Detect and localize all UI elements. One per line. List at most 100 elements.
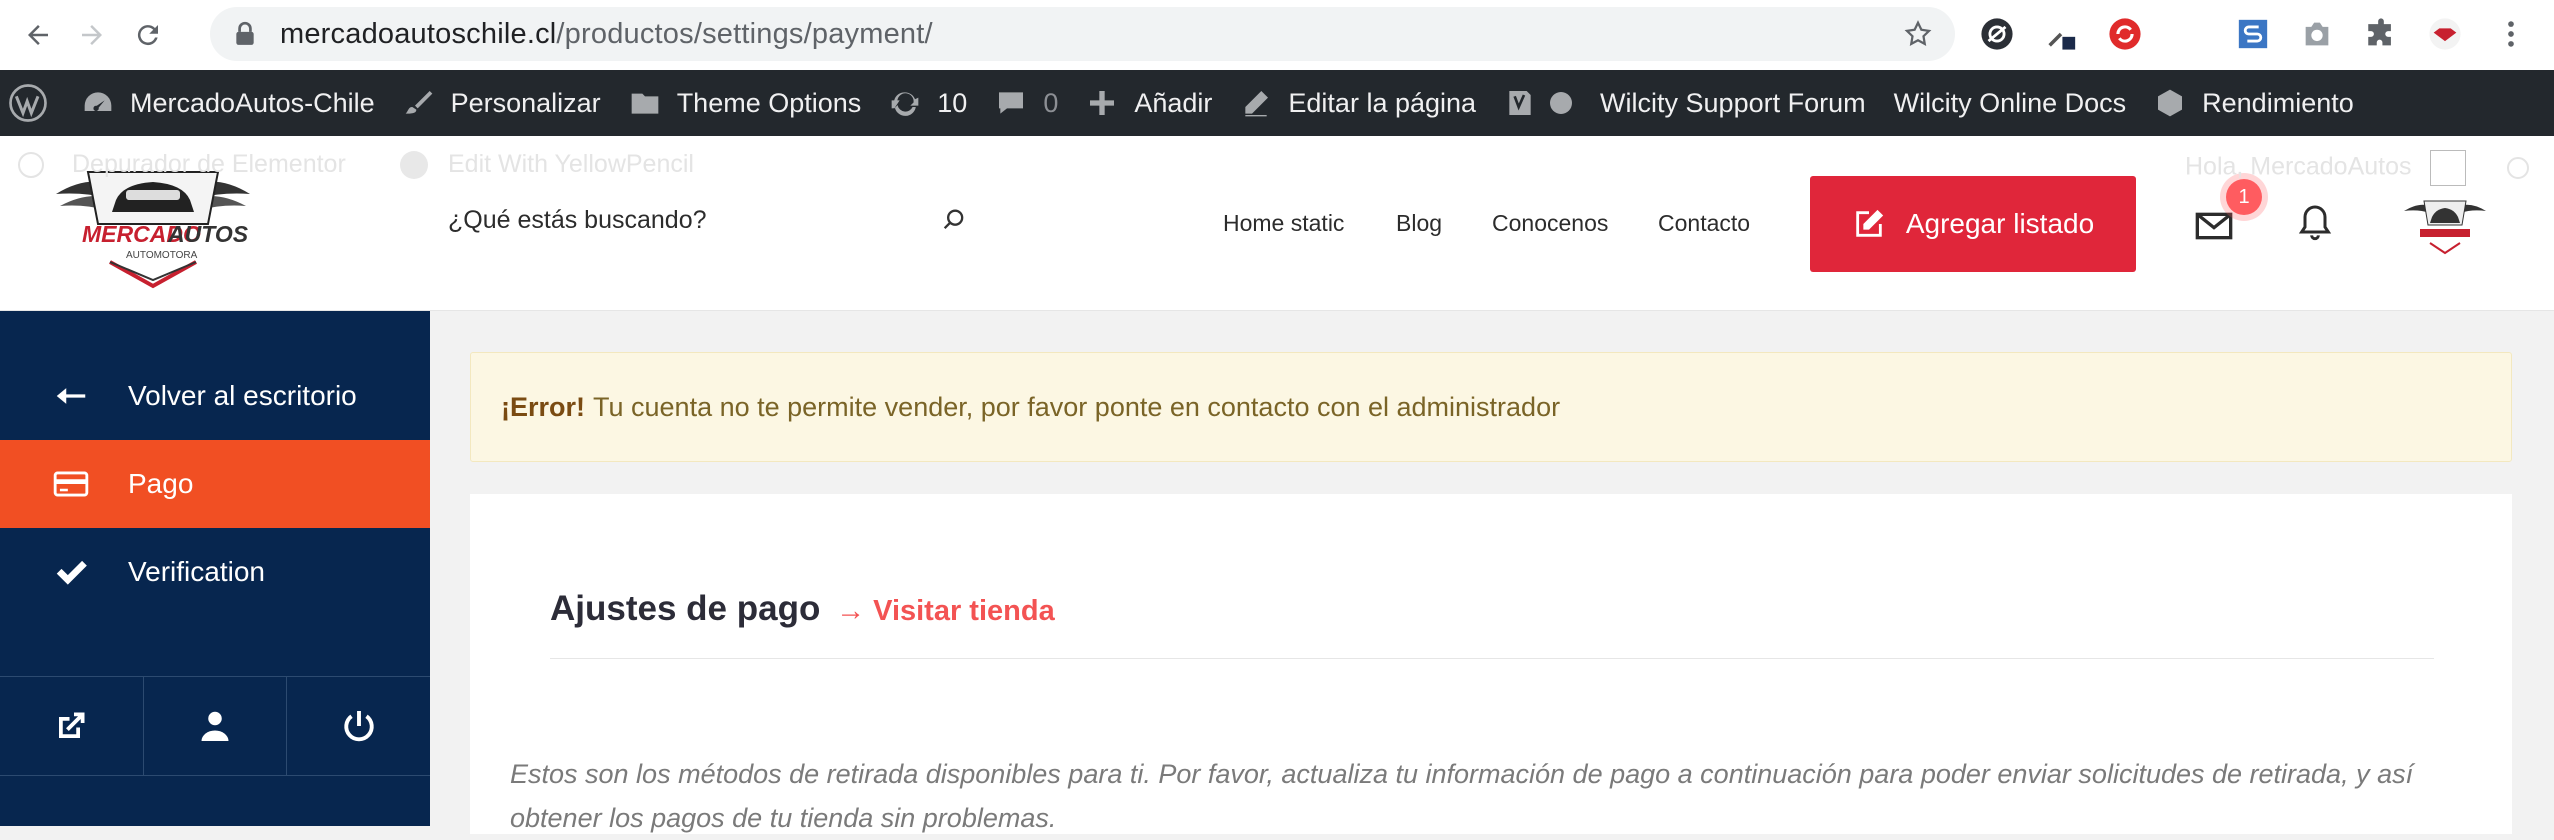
search-icon[interactable] bbox=[940, 206, 968, 234]
alert-strong: ¡Error! bbox=[501, 391, 586, 422]
reload-icon bbox=[137, 25, 158, 46]
extensions-puzzle-icon[interactable] bbox=[2362, 15, 2400, 53]
theme-options-link[interactable]: Theme Options bbox=[615, 70, 876, 136]
customize-link[interactable]: Personalizar bbox=[389, 70, 615, 136]
address-bar[interactable]: mercadoautoschile.cl/productos/settings/… bbox=[210, 7, 1955, 61]
dashboard-sidebar: Volver al escritorio Pago Verification bbox=[0, 311, 430, 826]
back-button[interactable] bbox=[12, 9, 64, 61]
ghost-greeting[interactable]: Hola, MercadoAutos bbox=[2185, 150, 2530, 186]
add-new-link[interactable]: Añadir bbox=[1072, 70, 1226, 136]
menu-home-static[interactable]: Home static bbox=[1223, 210, 1344, 237]
visit-store-link[interactable]: → Visitar tienda bbox=[836, 595, 1055, 627]
svg-text:AUTOS: AUTOS bbox=[167, 221, 249, 247]
error-alert: ¡Error! Tu cuenta no te permite vender, … bbox=[470, 352, 2512, 462]
add-listing-button[interactable]: Agregar listado bbox=[1810, 176, 2136, 272]
alert-message: Tu cuenta no te permite vender, por favo… bbox=[593, 391, 1561, 422]
updates-count: 10 bbox=[937, 87, 968, 118]
comment-bubble-icon bbox=[999, 92, 1024, 114]
camera-icon[interactable] bbox=[2298, 15, 2336, 53]
wordpress-logo-button[interactable] bbox=[0, 70, 68, 136]
check-icon bbox=[56, 560, 87, 585]
sidebar-item-payment[interactable]: Pago bbox=[0, 440, 430, 528]
extension-s-icon[interactable] bbox=[2234, 15, 2272, 53]
sidebar-item-label: Pago bbox=[128, 468, 194, 499]
divider bbox=[550, 658, 2434, 659]
yoast-seo-button[interactable] bbox=[1490, 70, 1586, 136]
wp-admin-bar: MercadoAutos-Chile Personalizar Theme Op… bbox=[0, 70, 2554, 136]
ghost-elementor-debugger[interactable]: Depurador de Elementor bbox=[18, 150, 346, 179]
svg-text:AUTOMOTORA: AUTOMOTORA bbox=[126, 250, 198, 261]
edit-page-label: Editar la página bbox=[1288, 87, 1477, 118]
extension-sync-icon[interactable] bbox=[2106, 15, 2144, 53]
bookmark-star-icon[interactable] bbox=[1903, 19, 1933, 49]
sidebar-item-back-to-dashboard[interactable]: Volver al escritorio bbox=[0, 352, 430, 440]
sidebar-item-label: Verification bbox=[128, 556, 265, 587]
ghost-search-icon bbox=[2507, 157, 2530, 179]
menu-conocenos[interactable]: Conocenos bbox=[1492, 210, 1608, 237]
credit-card-icon bbox=[53, 471, 89, 497]
arrow-left-icon bbox=[28, 25, 48, 45]
yellowpencil-icon bbox=[400, 151, 428, 180]
performance-cube-icon bbox=[2158, 89, 2183, 117]
folder-icon bbox=[631, 93, 659, 114]
support-forum-link[interactable]: Wilcity Support Forum bbox=[1586, 70, 1880, 136]
seo-status-dot bbox=[1550, 92, 1573, 114]
profile-avatar-icon[interactable] bbox=[2426, 15, 2464, 53]
browser-menu-icon[interactable] bbox=[2492, 15, 2530, 53]
mail-icon[interactable] bbox=[2194, 206, 2234, 246]
user-icon bbox=[201, 711, 229, 741]
sidebar-tools bbox=[0, 676, 430, 776]
search-input[interactable]: ¿Qué estás buscando? bbox=[448, 206, 707, 235]
menu-blog[interactable]: Blog bbox=[1396, 210, 1442, 237]
ghost-yellowpencil[interactable]: Edit With YellowPencil bbox=[400, 150, 694, 180]
sidebar-item-label: Volver al escritorio bbox=[128, 380, 357, 411]
customize-label: Personalizar bbox=[450, 87, 601, 118]
plus-icon bbox=[1090, 91, 1115, 115]
site-header: MERCADO AUTOS AUTOMOTORA ¿Qué estás busc… bbox=[0, 136, 2554, 311]
dashboard-gauge-icon bbox=[84, 92, 112, 112]
info-icon bbox=[18, 152, 44, 179]
support-forum-label: Wilcity Support Forum bbox=[1600, 87, 1866, 118]
user-avatar[interactable] bbox=[2400, 191, 2490, 266]
online-docs-label: Wilcity Online Docs bbox=[1893, 87, 2127, 118]
payment-settings-card: Ajustes de pago → Visitar tienda Estos s… bbox=[470, 494, 2512, 834]
lock-icon bbox=[236, 21, 254, 45]
pencil-icon bbox=[1245, 91, 1269, 117]
edit-page-link[interactable]: Editar la página bbox=[1226, 70, 1490, 136]
add-listing-label: Agregar listado bbox=[1905, 208, 2095, 239]
external-link-icon bbox=[59, 712, 85, 738]
extension-eyedropper-icon[interactable] bbox=[2042, 15, 2080, 53]
site-name-link[interactable]: MercadoAutos-Chile bbox=[68, 70, 389, 136]
profile-button[interactable] bbox=[144, 677, 288, 775]
comments-count: 0 bbox=[1043, 87, 1059, 118]
site-name-label: MercadoAutos-Chile bbox=[130, 87, 375, 118]
updates-icon bbox=[891, 92, 919, 116]
greeting-avatar-icon bbox=[2430, 150, 2467, 186]
yoast-icon bbox=[1509, 91, 1531, 115]
payment-description: Estos son los métodos de retirada dispon… bbox=[510, 759, 2414, 833]
avatar-logo-icon bbox=[2404, 200, 2486, 255]
bell-icon[interactable] bbox=[2295, 202, 2335, 242]
online-docs-link[interactable]: Wilcity Online Docs bbox=[1880, 70, 2141, 136]
page-title: Ajustes de pago → Visitar tienda bbox=[550, 589, 1055, 628]
power-icon bbox=[343, 711, 374, 742]
menu-contacto[interactable]: Contacto bbox=[1658, 210, 1750, 237]
sidebar-item-verification[interactable]: Verification bbox=[0, 528, 430, 616]
performance-label: Rendimiento bbox=[2202, 87, 2354, 118]
performance-link[interactable]: Rendimiento bbox=[2140, 70, 2368, 136]
comments-link[interactable]: 0 bbox=[981, 70, 1072, 136]
reload-button[interactable] bbox=[122, 9, 174, 61]
url-text: mercadoautoschile.cl/productos/settings/… bbox=[280, 17, 933, 50]
updates-link[interactable]: 10 bbox=[875, 70, 981, 136]
logout-button[interactable] bbox=[287, 677, 430, 775]
add-new-label: Añadir bbox=[1134, 87, 1213, 118]
theme-options-label: Theme Options bbox=[676, 87, 862, 118]
edit-square-icon bbox=[1856, 209, 1883, 237]
browser-toolbar: mercadoautoschile.cl/productos/settings/… bbox=[0, 0, 2554, 70]
wordpress-icon bbox=[9, 84, 47, 122]
arrow-left-icon bbox=[56, 388, 86, 404]
forward-button[interactable] bbox=[66, 9, 118, 61]
extension-ad-block-icon[interactable] bbox=[1978, 15, 2016, 53]
paintbrush-icon bbox=[405, 91, 432, 114]
visit-site-button[interactable] bbox=[0, 677, 144, 775]
